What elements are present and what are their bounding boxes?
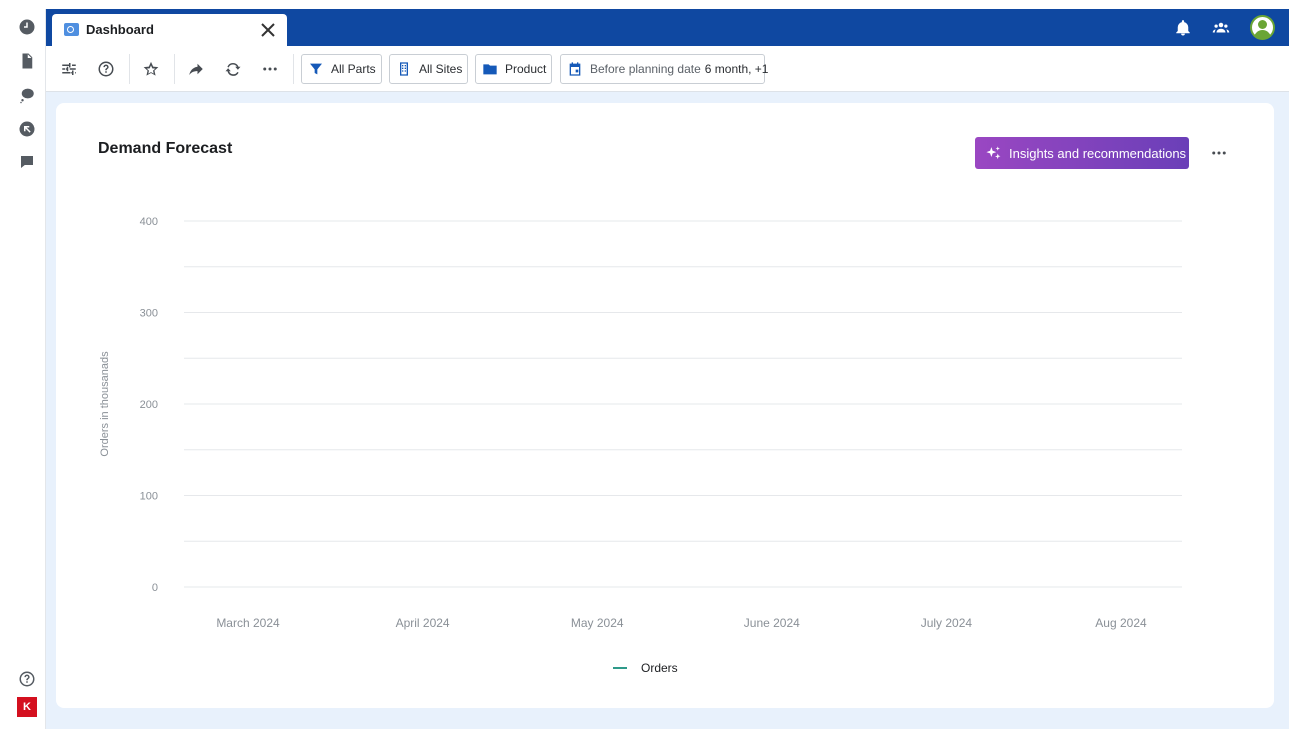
star-icon[interactable] [141,59,161,79]
tab-dashboard[interactable]: Dashboard [52,14,287,46]
x-tick-label: March 2024 [216,616,280,630]
avatar[interactable] [1251,16,1274,39]
building-icon [400,62,408,76]
all-sites-label: All Sites [419,62,463,76]
more-icon[interactable] [260,59,280,79]
bell-icon[interactable] [1173,18,1193,38]
demand-forecast-chart: 0 100 200 300 400 Orders in thousanads March 2… [99,216,1182,630]
planning-date-value: 6 month, +1 [704,62,769,76]
planning-date-filter[interactable]: Before planning date 6 month, +1 [560,54,768,84]
people-icon[interactable] [1211,18,1231,38]
chat-bubble-icon[interactable] [17,85,37,105]
top-bar: Dashboard [46,9,1289,46]
left-rail: K [9,9,46,729]
all-parts-filter[interactable]: All Parts [301,54,382,84]
funnel-icon [310,63,322,75]
y-tick-label: 400 [140,216,158,228]
dashboard-content: Demand Forecast Insights and recommendat… [46,92,1289,729]
document-icon[interactable] [17,51,37,71]
x-tick-label: Aug 2024 [1095,616,1147,630]
legend-label: Orders [641,661,678,675]
all-sites-filter[interactable]: All Sites [389,54,468,84]
x-tick-label: June 2024 [744,616,800,630]
tab-title: Dashboard [86,22,154,37]
y-tick-label: 200 [140,399,158,411]
legend-swatch [613,667,627,669]
filter-sliders-icon[interactable] [59,59,79,79]
help-icon[interactable] [17,669,37,689]
y-tick-label: 0 [152,582,158,594]
product-filter[interactable]: Product [475,54,552,84]
product-label: Product [505,62,547,76]
demand-forecast-card: Demand Forecast Insights and recommendat… [56,103,1274,708]
legend-item-orders[interactable]: Orders [613,661,678,675]
folder-icon [483,64,497,75]
calendar-icon [569,62,581,76]
y-axis-label: Orders in thousanads [99,351,111,457]
y-tick-label: 100 [140,491,158,503]
share-icon[interactable] [186,59,206,79]
company-logo: K [17,697,37,717]
close-icon[interactable] [259,21,277,39]
arrow-circle-icon[interactable] [17,119,37,139]
comment-icon[interactable] [17,152,37,172]
help-icon[interactable] [96,59,116,79]
dashboard-tab-icon [64,23,79,36]
x-tick-label: July 2024 [921,616,973,630]
clock-icon[interactable] [17,17,37,37]
y-tick-label: 300 [140,308,158,320]
all-parts-label: All Parts [331,62,376,76]
x-tick-label: May 2024 [571,616,624,630]
toolbar: All Parts All Sites Product Before plann… [46,46,1289,92]
planning-date-label: Before planning date [590,62,701,76]
x-tick-label: April 2024 [396,616,450,630]
refresh-icon[interactable] [223,59,243,79]
app-window: K Dashboard All Parts All Sites Product … [0,0,1298,738]
